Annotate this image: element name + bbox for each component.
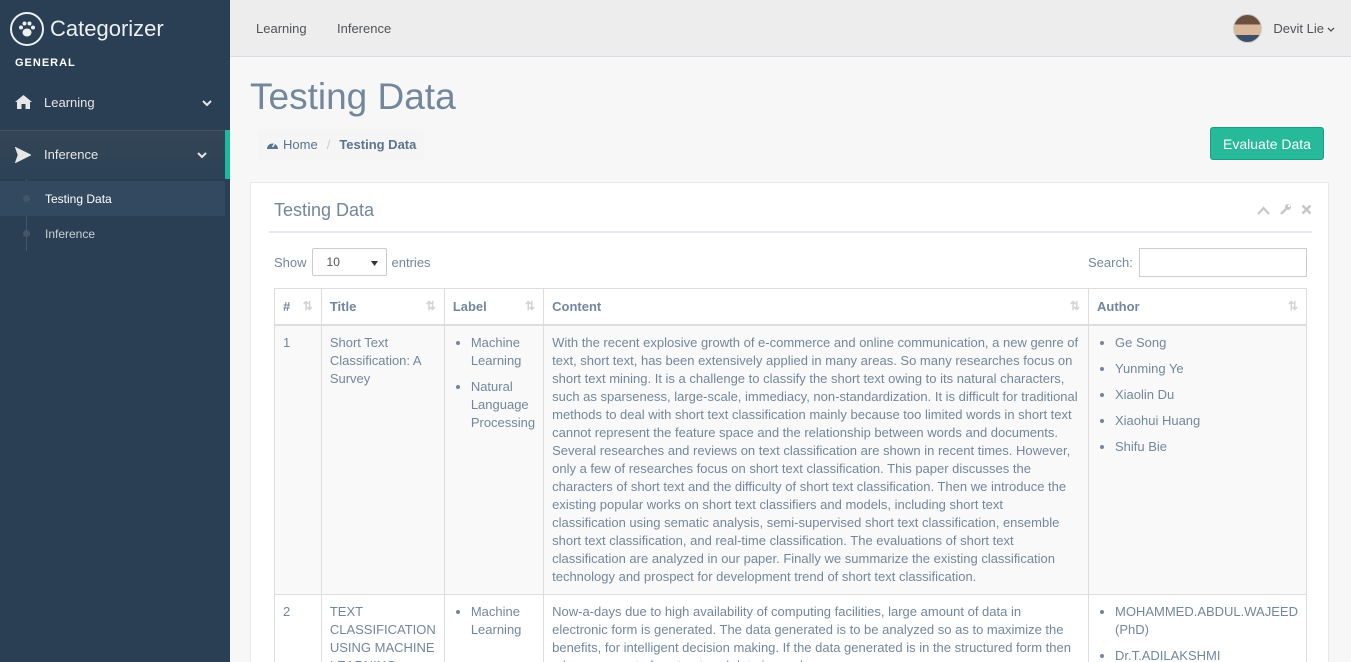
breadcrumb-separator: / — [326, 137, 331, 152]
sidebar: Categorizer GENERAL Learning Inference T… — [0, 0, 230, 662]
cell-authors: MOHAMMED.ABDUL.WAJEED (PhD) Dr.T.ADILAKS… — [1087, 593, 1308, 662]
breadcrumb-home-label: Home — [283, 137, 318, 152]
sidebar-subitem-testing-data[interactable]: Testing Data — [0, 181, 225, 216]
column-header-label: # — [283, 298, 291, 314]
sidebar-item-label: Learning — [44, 94, 95, 110]
entries-select-value: 10 — [326, 255, 340, 269]
entries-label: entries — [391, 254, 431, 270]
sidebar-subitem-label: Inference — [45, 226, 96, 241]
evaluate-data-button[interactable]: Evaluate Data — [1210, 127, 1324, 160]
sidebar-section-title: GENERAL — [15, 57, 76, 69]
sidebar-submenu: Testing Data Inference — [0, 179, 225, 251]
bullet-icon — [23, 230, 30, 237]
sort-icon: ⇅ — [525, 299, 536, 313]
panel-title: Testing Data — [274, 200, 375, 220]
breadcrumb: Home / Testing Data — [258, 129, 425, 160]
cell-number: 1 — [274, 324, 322, 595]
table-header-row: # ⇅ Title ⇅ Label ⇅ Content ⇅ Author ⇅ — [274, 288, 1308, 326]
brand[interactable]: Categorizer — [10, 12, 164, 46]
wrench-icon[interactable] — [1279, 203, 1292, 219]
plane-icon — [15, 146, 33, 163]
chevron-down-icon — [1327, 21, 1335, 36]
column-header-label: Author — [1096, 298, 1140, 314]
cell-labels: Machine Learning Natural Language Proces… — [443, 324, 545, 595]
cell-title: Short Text Classification: A Survey — [320, 324, 445, 595]
panel-divider — [269, 231, 1312, 233]
user-name: Devit Lie — [1273, 21, 1324, 36]
entries-select[interactable]: 10 — [311, 248, 387, 276]
cell-content: With the recent explosive growth of e-co… — [543, 324, 1089, 595]
app-name: Categorizer — [50, 16, 164, 41]
cell-labels: Machine Learning — [443, 593, 545, 662]
search-input[interactable] — [1138, 248, 1307, 277]
list-item: Ge Song — [1115, 334, 1298, 352]
list-item: Shifu Bie — [1115, 438, 1298, 456]
table-search: Search: — [1088, 248, 1307, 277]
breadcrumb-home[interactable]: Home — [266, 137, 318, 152]
paw-icon — [10, 12, 44, 46]
list-item: Xiaolin Du — [1115, 386, 1298, 404]
breadcrumb-current: Testing Data — [339, 137, 417, 152]
list-item: Machine Learning — [471, 603, 535, 639]
topnav-link-inference[interactable]: Inference — [337, 21, 391, 36]
panel-tools — [1257, 203, 1312, 219]
cell-number: 2 — [274, 593, 322, 662]
testing-data-panel: Testing Data Show 10 entries Search: # ⇅… — [250, 182, 1329, 662]
table-row: 1 Short Text Classification: A Survey Ma… — [274, 324, 1308, 595]
sort-icon: ⇅ — [1287, 299, 1298, 313]
show-label: Show — [274, 254, 307, 270]
bullet-icon — [23, 195, 30, 202]
cell-authors: Ge Song Yunming Ye Xiaolin Du Xiaohui Hu… — [1087, 324, 1308, 595]
list-item: Natural Language Processing — [471, 378, 535, 432]
page-title: Testing Data — [250, 76, 456, 117]
chevron-down-icon — [202, 95, 212, 110]
column-header-label: Title — [329, 298, 357, 314]
column-header-label: Content — [552, 298, 602, 314]
list-item: Yunming Ye — [1115, 360, 1298, 378]
home-icon — [15, 95, 33, 109]
column-header-title[interactable]: Title ⇅ — [320, 288, 445, 326]
caret-down-icon — [370, 255, 378, 269]
sidebar-item-learning[interactable]: Learning — [0, 80, 230, 124]
sidebar-subitem-inference[interactable]: Inference — [0, 216, 225, 251]
top-navbar: Learning Inference Devit Lie — [230, 0, 1351, 57]
column-header-author[interactable]: Author ⇅ — [1087, 288, 1308, 326]
search-label: Search: — [1088, 255, 1133, 270]
sidebar-subitem-label: Testing Data — [45, 191, 112, 206]
testing-data-table: # ⇅ Title ⇅ Label ⇅ Content ⇅ Author ⇅ 1 Shor… — [274, 288, 1308, 662]
list-item: Xiaohui Huang — [1115, 412, 1298, 430]
list-item: MOHAMMED.ABDUL.WAJEED (PhD) — [1115, 603, 1298, 639]
close-icon[interactable] — [1301, 203, 1312, 219]
column-header-number[interactable]: # ⇅ — [274, 288, 322, 326]
list-item: Machine Learning — [471, 334, 535, 370]
sort-icon: ⇅ — [302, 299, 313, 313]
user-menu[interactable]: Devit Lie — [1233, 14, 1335, 43]
chevron-down-icon — [197, 147, 207, 162]
topnav-link-learning[interactable]: Learning — [256, 21, 307, 36]
column-header-label[interactable]: Label ⇅ — [443, 288, 545, 326]
column-header-label: Label — [452, 298, 487, 314]
cell-content: Now-a-days due to high availability of c… — [543, 593, 1089, 662]
table-row: 2 TEXT CLASSIFICATION USING MACHINE LEAR… — [274, 593, 1308, 662]
list-item: Dr.T.ADILAKSHMI — [1115, 647, 1298, 662]
avatar — [1233, 14, 1263, 43]
sidebar-item-label: Inference — [44, 147, 99, 162]
chevron-up-icon[interactable] — [1257, 203, 1270, 219]
sort-icon: ⇅ — [1069, 299, 1080, 313]
entries-length-control: Show 10 entries — [274, 248, 431, 276]
cell-title: TEXT CLASSIFICATION USING MACHINE LEARNI… — [320, 593, 445, 662]
dashboard-icon — [267, 142, 278, 149]
column-header-content[interactable]: Content ⇅ — [543, 288, 1089, 326]
sort-icon: ⇅ — [425, 299, 436, 313]
sidebar-item-inference[interactable]: Inference — [0, 130, 230, 179]
